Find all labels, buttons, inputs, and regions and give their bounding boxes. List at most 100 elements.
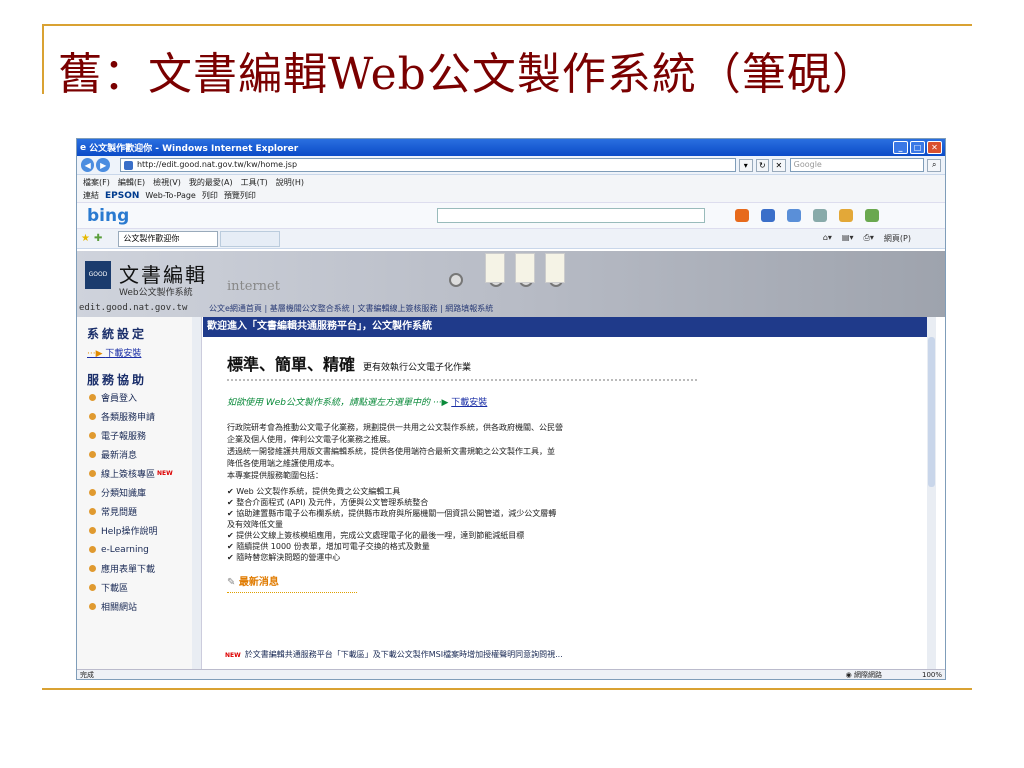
- slide-bottom-rule: [42, 688, 972, 690]
- internet-decor: internet: [227, 279, 280, 294]
- preview-print-button[interactable]: 預覽列印: [224, 190, 256, 201]
- tab-home[interactable]: 公文製作歡迎你: [118, 230, 219, 247]
- sidebar-heading-settings: 系統設定: [87, 327, 148, 341]
- news-heading: ✎ 最新消息: [227, 577, 279, 588]
- menu-view[interactable]: 檢視(V): [153, 177, 181, 188]
- bullet-icon: [89, 489, 96, 496]
- zoom-level[interactable]: 100%: [922, 671, 942, 679]
- new-badge: NEW: [225, 652, 241, 659]
- close-icon[interactable]: ✕: [927, 141, 942, 154]
- sidebar-item-login[interactable]: 會員登入: [77, 388, 201, 407]
- site-url-text: edit.good.nat.gov.tw: [79, 303, 188, 313]
- bullet-icon: [89, 413, 96, 420]
- address-input[interactable]: http://edit.good.nat.gov.tw/kw/home.jsp: [119, 158, 737, 172]
- sidebar-item-download[interactable]: 下載區: [77, 578, 201, 597]
- links-toolbar: 連結 EPSON Web-To-Page 列印 預覽列印: [77, 189, 945, 203]
- main-content: 歡迎進入「文書編輯共通服務平台」，公文製作系統 標準、簡單、精確 更有效執行公文電…: [203, 317, 936, 669]
- search-input[interactable]: Google: [789, 158, 925, 172]
- star-icon[interactable]: ★: [81, 233, 90, 244]
- menu-favorites[interactable]: 我的最愛(A): [189, 177, 233, 188]
- search-go-icon[interactable]: [735, 209, 749, 222]
- weather-icon[interactable]: [813, 209, 827, 222]
- globe-icon: ◉: [845, 671, 854, 679]
- menu-edit[interactable]: 編輯(E): [118, 177, 145, 188]
- bullet-icon: [89, 565, 96, 572]
- web-to-page-button[interactable]: Web-To-Page: [145, 191, 195, 200]
- sidebar-item-knowledge[interactable]: 分類知識庫: [77, 483, 201, 502]
- list-item: ✔ Web 公文製作系統，提供免費之公文編輯工具: [227, 487, 401, 496]
- minimize-icon[interactable]: _: [893, 141, 908, 154]
- site-logo-subtitle: Web公文製作系統: [119, 288, 193, 298]
- menu-help[interactable]: 說明(H): [276, 177, 304, 188]
- maximize-icon[interactable]: □: [910, 141, 925, 154]
- bullet-icon: [89, 470, 96, 477]
- print-button[interactable]: 列印: [202, 190, 218, 201]
- epson-logo: EPSON: [105, 190, 140, 201]
- sidebar-item-online-sign[interactable]: 線上簽核專區 NEW: [77, 464, 201, 483]
- sidebar-item-faq[interactable]: 常見問題: [77, 502, 201, 521]
- status-bar: 完成 ◉ 網際網路 100%: [77, 669, 945, 679]
- bullet-icon: [89, 394, 96, 401]
- menu-tools[interactable]: 工具(T): [241, 177, 268, 188]
- sidebar-item-forms[interactable]: 應用表單下載: [77, 559, 201, 578]
- window-titlebar: e 公文製作歡迎你 - Windows Internet Explorer _ …: [77, 139, 945, 156]
- sidebar-item-elearning[interactable]: e-Learning: [77, 540, 201, 559]
- bullet-icon: [89, 451, 96, 458]
- status-text: 完成: [80, 671, 94, 679]
- list-item: ✔ 提供公文線上簽核模組應用，完成公文處理電子化的最後一哩，達到節能減紙目標: [227, 531, 525, 540]
- deco-card-3: [545, 253, 565, 283]
- add-favorite-icon[interactable]: ✚: [94, 233, 102, 244]
- sidebar: 系統設定 ···▶ 下載安裝 服務協助 會員登入 各類服務申請 電子報服務 最新…: [77, 317, 202, 669]
- menu-file[interactable]: 檔案(F): [83, 177, 110, 188]
- sidebar-item-newsletter[interactable]: 電子報服務: [77, 426, 201, 445]
- bullet-icon: [89, 584, 96, 591]
- sidebar-item-links[interactable]: 相關網站: [77, 597, 201, 616]
- news-icon: ✎: [227, 577, 239, 588]
- deco-circle-1: [449, 273, 463, 287]
- page-menu[interactable]: 網頁(P): [884, 233, 911, 244]
- dropdown-icon[interactable]: ▾: [739, 158, 753, 172]
- bullet-icon: [89, 432, 96, 439]
- like-icon[interactable]: [761, 209, 775, 222]
- site-logo-title: 文書編輯: [119, 263, 207, 287]
- chat-icon[interactable]: [787, 209, 801, 222]
- menu-bar: 檔案(F) 編輯(E) 檢視(V) 我的最愛(A) 工具(T) 說明(H): [77, 175, 945, 189]
- deco-card-2: [515, 253, 535, 283]
- top-nav-links[interactable]: 公文e網通首頁 | 基層機關公文整合系統 | 文書編輯線上簽核服務 | 網路填報…: [209, 303, 493, 314]
- bullet-icon: [89, 527, 96, 534]
- download-install-link[interactable]: ···▶ 下載安裝: [77, 342, 201, 363]
- stop-icon[interactable]: ✕: [772, 158, 786, 172]
- browser-window: e 公文製作歡迎你 - Windows Internet Explorer _ …: [76, 138, 946, 680]
- intro-text: 行政院研考會為推動公文電子化業務，規劃提供一共用之公文製作系統，供各政府機關、公…: [227, 423, 563, 480]
- feed-icon[interactable]: ▤▾: [842, 233, 854, 244]
- sun-icon[interactable]: [839, 209, 853, 222]
- refresh-icon[interactable]: ↻: [755, 158, 770, 172]
- sidebar-item-news[interactable]: 最新消息: [77, 445, 201, 464]
- sidebar-scrollbar[interactable]: [192, 317, 201, 669]
- search-icon[interactable]: ⌕: [927, 158, 941, 172]
- slide-top-rule: [42, 24, 972, 26]
- feature-list: ✔ Web 公文製作系統，提供免費之公文編輯工具 ✔ 整合介面程式 (API) …: [227, 486, 647, 563]
- sidebar-item-apply[interactable]: 各類服務申請: [77, 407, 201, 426]
- news-item[interactable]: NEW 於文書編輯共通服務平台「下載區」及下載公文製作MSI檔案時增加授權聲明同意…: [223, 649, 563, 660]
- list-item: ✔ 隨時替您解決問題的營運中心: [227, 553, 341, 562]
- bullet-icon: [89, 508, 96, 515]
- main-scrollbar[interactable]: [927, 317, 936, 669]
- forward-icon[interactable]: ▶: [96, 158, 110, 172]
- puzzle-icon[interactable]: [865, 209, 879, 222]
- scroll-thumb[interactable]: [928, 337, 935, 487]
- print-icon[interactable]: ⎙▾: [864, 233, 874, 244]
- bullet-icon: [89, 546, 96, 553]
- site-banner: GOOD 文書編輯 Web公文製作系統 internet edit.good.n…: [77, 251, 945, 317]
- guide-download-link[interactable]: 下載安裝: [451, 398, 487, 408]
- back-icon[interactable]: ◀: [81, 158, 95, 172]
- internet-zone: ◉ 網際網路: [845, 671, 882, 679]
- sidebar-item-help[interactable]: Help操作說明: [77, 521, 201, 540]
- dotted-divider: [227, 379, 697, 381]
- good-logo-icon: GOOD: [85, 261, 111, 289]
- tab-new[interactable]: [220, 230, 281, 247]
- home-icon[interactable]: ⌂▾: [823, 233, 832, 244]
- bing-toolbar: bing: [77, 203, 945, 229]
- address-text: http://edit.good.nat.gov.tw/kw/home.jsp: [136, 160, 298, 169]
- bing-search-input[interactable]: [437, 208, 705, 223]
